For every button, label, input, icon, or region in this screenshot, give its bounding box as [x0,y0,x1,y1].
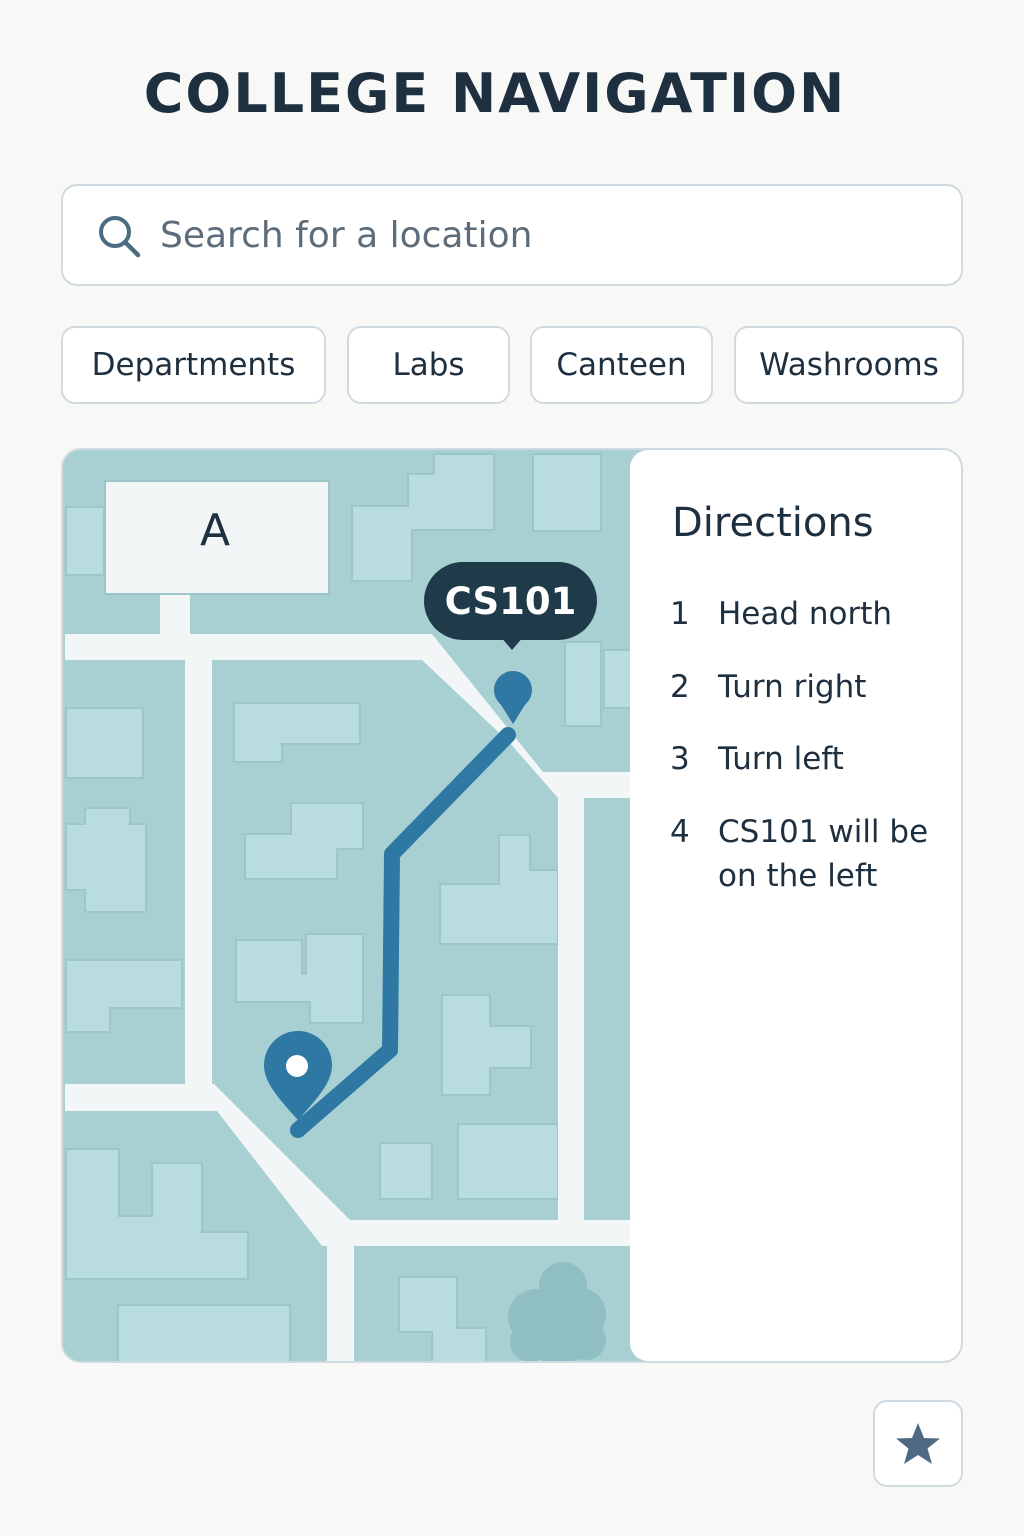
step-number: 3 [670,741,690,777]
app-screen: COLLEGE NAVIGATION Departments Labs Cant… [0,0,1024,1536]
directions-panel: Directions 1 Head north 2 Turn right 3 T… [630,450,961,1361]
destination-label-tail [500,636,524,650]
destination-label[interactable]: CS101 [424,562,597,640]
step-number: 2 [670,669,690,705]
directions-title: Directions [672,500,874,546]
filter-departments[interactable]: Departments [61,326,326,404]
step-text: Head north [718,596,893,632]
step-number: 4 [670,814,690,850]
step-text: Turn left [718,741,844,777]
filter-labs[interactable]: Labs [347,326,510,404]
favorite-button[interactable] [873,1400,963,1487]
filter-canteen[interactable]: Canteen [530,326,713,404]
step-text: CS101 will be on the left [718,814,929,894]
step-text: Turn right [718,669,867,705]
filter-washrooms[interactable]: Washrooms [734,326,964,404]
search-icon [99,216,141,258]
step-number: 1 [670,596,690,632]
building-label: A [200,505,231,556]
search-input[interactable] [160,190,940,280]
page-title: COLLEGE NAVIGATION [143,62,847,125]
star-icon [896,1422,940,1464]
